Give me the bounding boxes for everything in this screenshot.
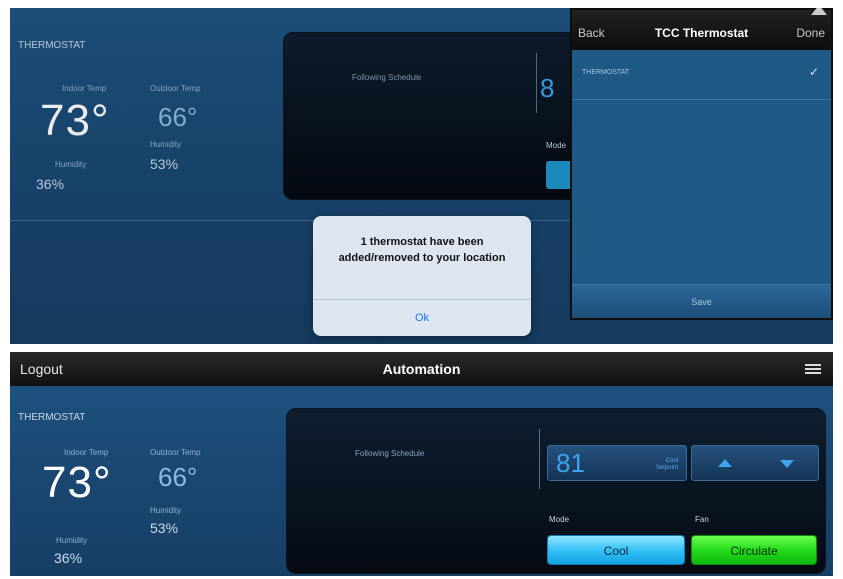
down-arrow-icon[interactable] bbox=[780, 460, 794, 468]
fan-label: Fan bbox=[695, 515, 709, 524]
outdoor-temp-label: Outdoor Temp bbox=[150, 448, 201, 457]
setpoint-display: 81 Cool Setpoint bbox=[547, 445, 687, 481]
thermostat-list-item[interactable]: THERMOSTAT ✓ bbox=[572, 50, 831, 100]
outdoor-temp: 66° bbox=[158, 462, 198, 492]
schedule-status: Following Schedule bbox=[355, 449, 425, 458]
schedule-card: Following Schedule 81 Cool Setpoint Mode… bbox=[286, 408, 826, 574]
setpoint-sublabel: Cool Setpoint bbox=[655, 458, 678, 471]
indoor-humidity-label: Humidity bbox=[56, 536, 88, 545]
alert-dialog: 1 thermostat have been added/removed to … bbox=[313, 216, 531, 336]
popover-navbar: Back TCC Thermostat Done bbox=[572, 10, 831, 50]
thermostat-item-name: THERMOSTAT bbox=[582, 69, 630, 76]
card-divider bbox=[539, 429, 540, 489]
up-arrow-icon[interactable] bbox=[718, 459, 732, 467]
mode-label: Mode bbox=[549, 515, 570, 524]
save-button[interactable]: Save bbox=[572, 284, 831, 318]
popover-caret-icon bbox=[811, 8, 827, 15]
alert-message: 1 thermostat have been added/removed to … bbox=[338, 236, 506, 264]
bottom-screenshot: Logout Automation THERMOSTAT Indoor Temp… bbox=[10, 352, 833, 576]
cool-button[interactable]: Cool bbox=[547, 535, 685, 565]
ok-button[interactable]: Ok bbox=[313, 300, 531, 336]
indoor-humidity: 36% bbox=[54, 550, 83, 566]
popover-title: TCC Thermostat bbox=[654, 26, 749, 40]
circulate-button[interactable]: Circulate bbox=[691, 535, 817, 565]
thermostat-label: THERMOSTAT bbox=[18, 412, 86, 423]
outdoor-humidity: 53% bbox=[150, 520, 179, 536]
indoor-temp: 73° bbox=[42, 458, 112, 507]
top-navbar: Logout Automation bbox=[10, 352, 833, 386]
done-button[interactable]: Done bbox=[796, 26, 825, 40]
thermostat-popover: Back TCC Thermostat Done THERMOSTAT ✓ Sa… bbox=[570, 8, 833, 320]
menu-icon[interactable] bbox=[805, 364, 821, 374]
top-screenshot: THERMOSTAT Indoor Temp 73° Outdoor Temp … bbox=[10, 8, 833, 344]
setpoint-value: 81 bbox=[556, 448, 585, 478]
outdoor-humidity-label: Humidity bbox=[150, 506, 182, 515]
indoor-temp-label: Indoor Temp bbox=[64, 448, 109, 457]
checkmark-icon: ✓ bbox=[808, 65, 819, 79]
setpoint-arrows bbox=[691, 445, 819, 481]
page-title: Automation bbox=[382, 361, 461, 377]
